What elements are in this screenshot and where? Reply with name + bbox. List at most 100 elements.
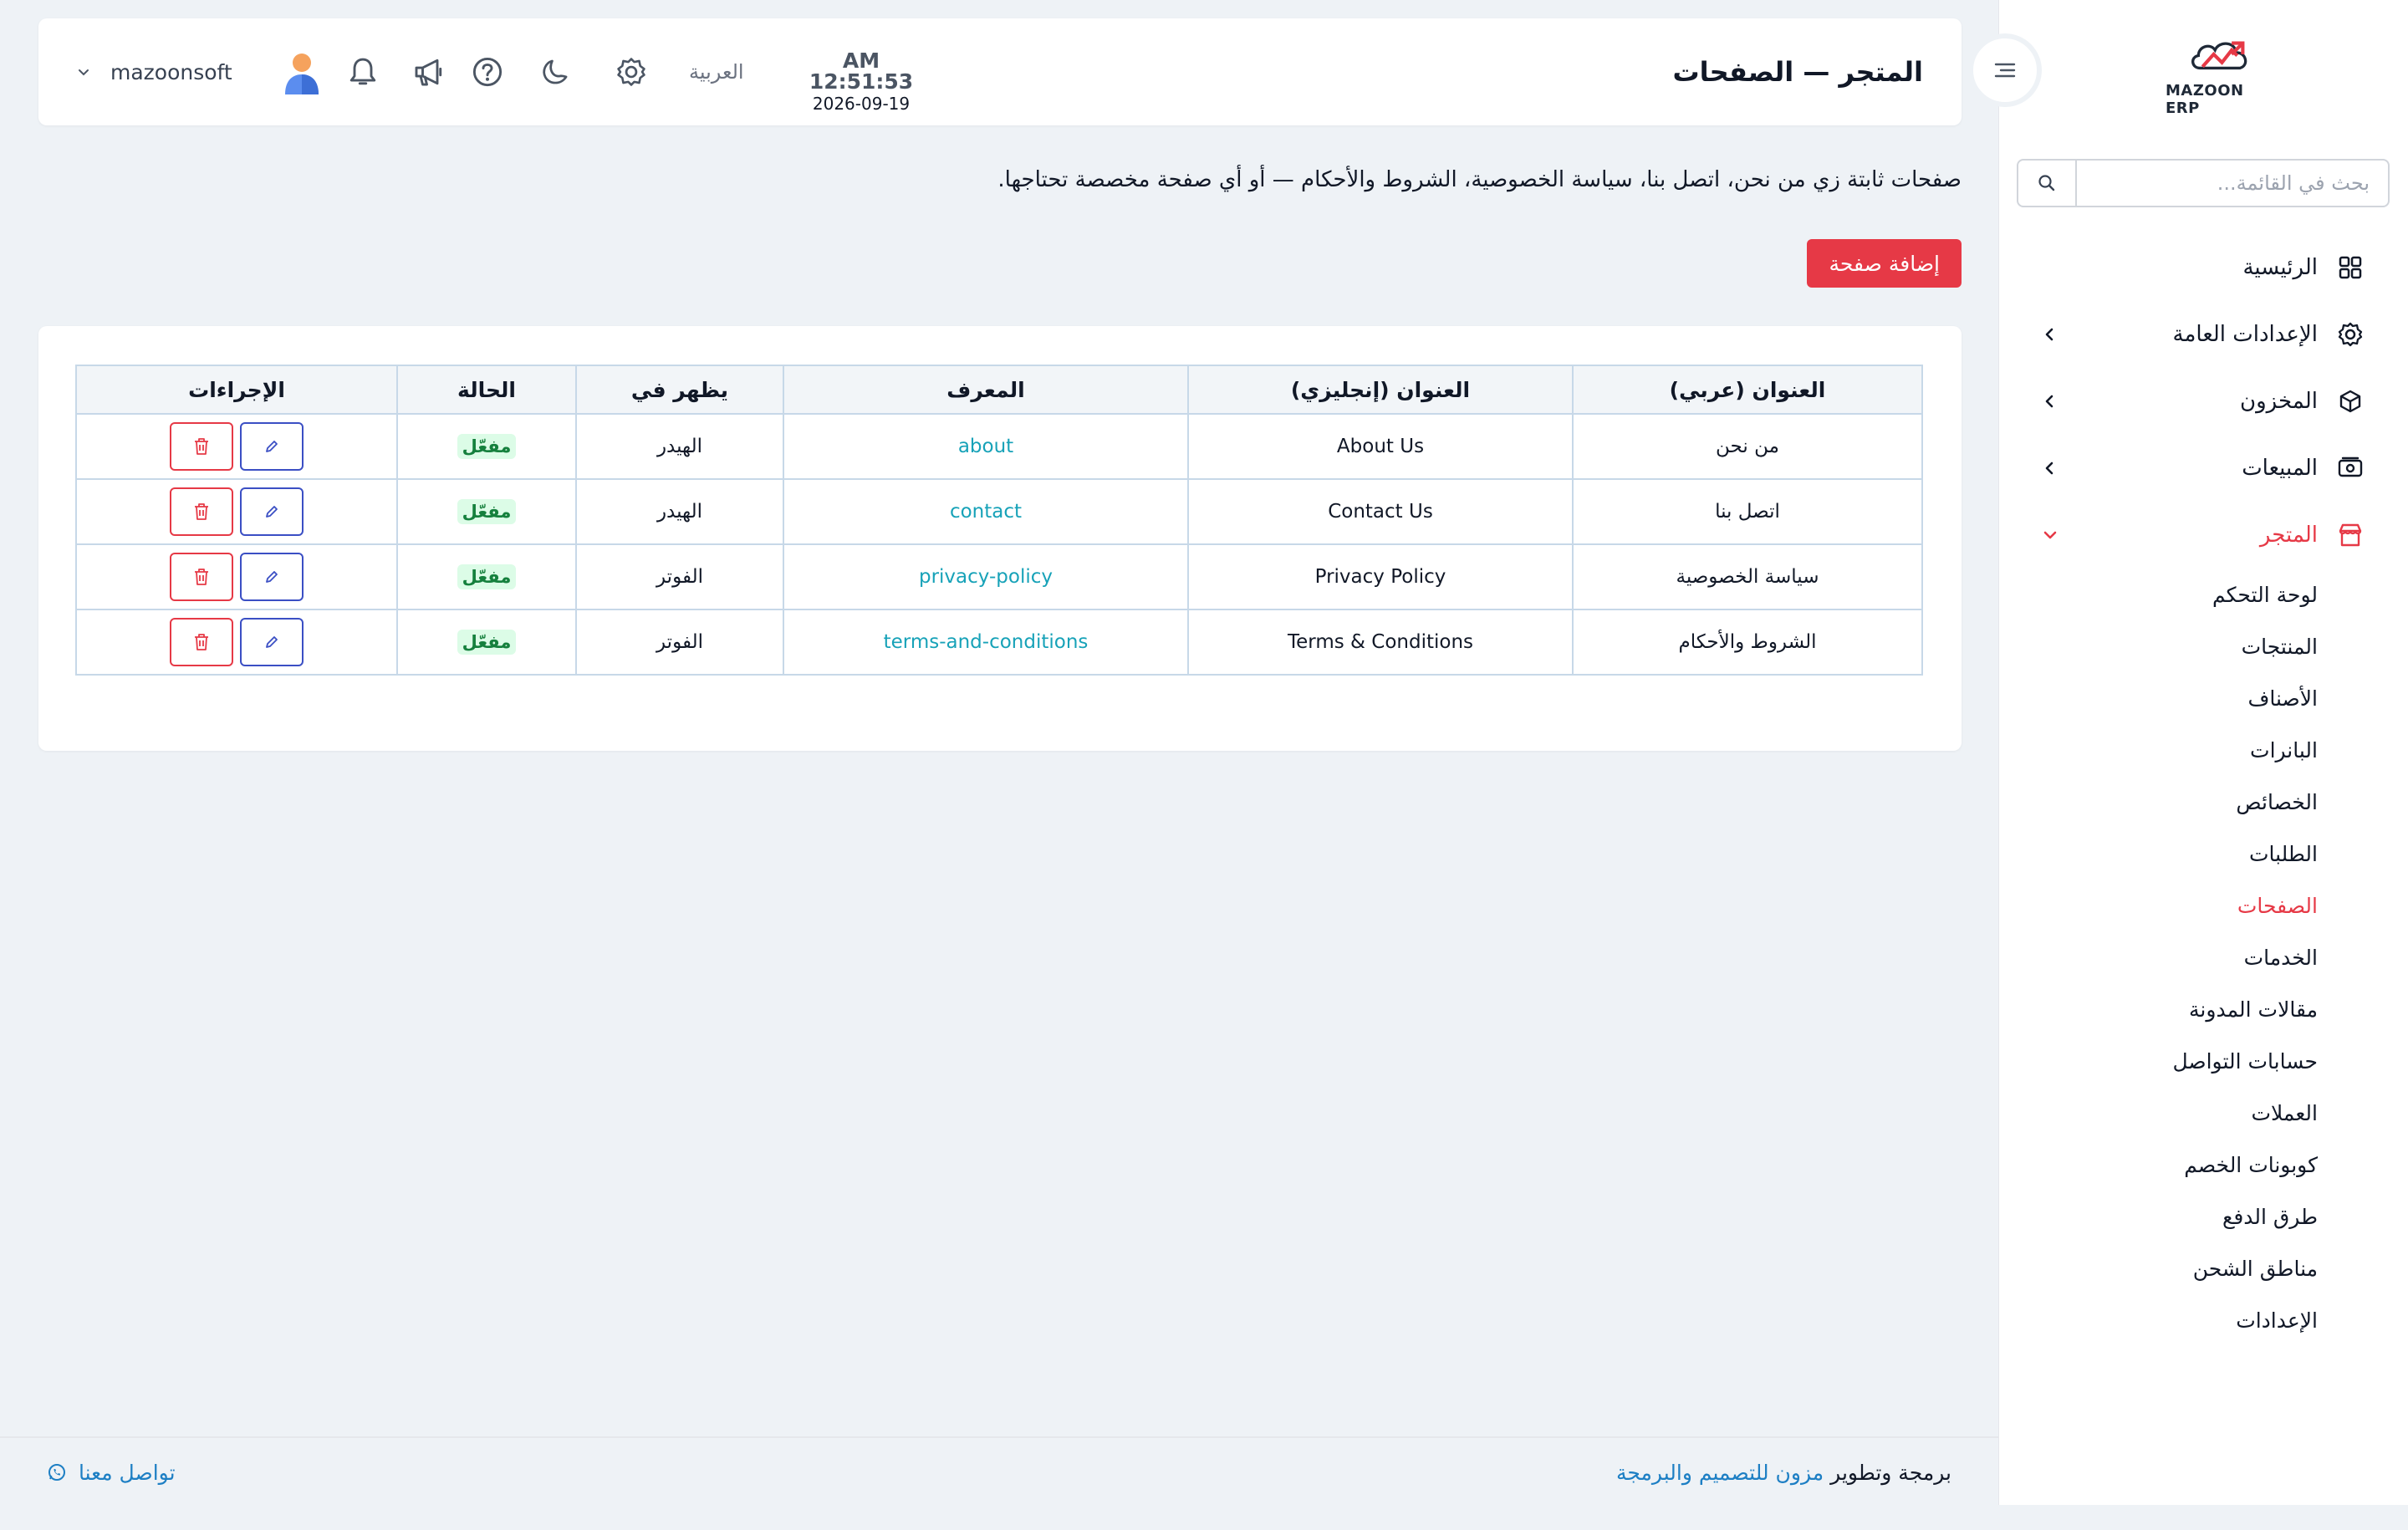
trash-icon	[195, 503, 208, 520]
column-header-slug: المعرف	[783, 365, 1189, 415]
submenu-item-social-accounts[interactable]: حسابات التواصل	[1998, 1035, 2318, 1087]
trash-icon	[195, 438, 208, 455]
submenu-item-shipping-zones[interactable]: مناطق الشحن	[1998, 1242, 2318, 1294]
grid-icon	[2336, 253, 2365, 282]
logo-text: MAZOON ERP	[2166, 82, 2244, 117]
user-menu[interactable]: mazoonsoft	[77, 18, 323, 125]
delete-button[interactable]	[170, 422, 233, 471]
credit-link[interactable]: مزون للتصميم والبرمجة	[1616, 1461, 1824, 1485]
sidebar-nav: الرئيسية الإعدادات العامة المخزون المبيع…	[1998, 234, 2408, 1346]
sidebar-item-label: الرئيسية	[2242, 255, 2318, 280]
cell-title-en: About Us	[1187, 413, 1574, 480]
sidebar-search-input[interactable]	[2077, 161, 2388, 206]
edit-button[interactable]	[240, 618, 304, 666]
cell-title-ar: اتصل بنا	[1572, 478, 1923, 545]
cell-slug-link[interactable]: privacy-policy	[783, 543, 1189, 610]
submenu-item-pages[interactable]: الصفحات	[1998, 880, 2318, 931]
submenu-item-categories[interactable]: الأصناف	[1998, 672, 2318, 724]
sidebar-item-inventory[interactable]: المخزون	[1998, 368, 2408, 435]
cell-slug-link[interactable]: terms-and-conditions	[783, 609, 1189, 676]
delete-button[interactable]	[170, 618, 233, 666]
submenu-item-banners[interactable]: البانرات	[1998, 724, 2318, 776]
sidebar-item-general-settings[interactable]: الإعدادات العامة	[1998, 301, 2408, 368]
column-header-location: يظهر في	[575, 365, 784, 415]
cell-title-en: Contact Us	[1187, 478, 1574, 545]
page-description: صفحات ثابتة زي من نحن، اتصل بنا، سياسة ا…	[997, 167, 1962, 192]
sidebar-item-label: الإعدادات العامة	[2172, 322, 2318, 347]
edit-button[interactable]	[240, 487, 304, 536]
submenu-item-dashboard[interactable]: لوحة التحكم	[1998, 569, 2318, 620]
status-badge: مفعّل	[457, 564, 517, 589]
delete-button[interactable]	[170, 487, 233, 536]
cell-actions	[75, 413, 398, 480]
column-header-title-en: العنوان (إنجليزي)	[1187, 365, 1574, 415]
table-row: من نحن About Us about الهيدر مفعّل	[75, 413, 1923, 480]
trash-icon	[195, 634, 208, 650]
sidebar-toggle-button[interactable]	[1968, 33, 2042, 107]
submenu-item-orders[interactable]: الطلبات	[1998, 828, 2318, 880]
delete-button[interactable]	[170, 553, 233, 601]
sidebar-search	[2017, 159, 2390, 207]
submenu-item-attributes[interactable]: الخصائص	[1998, 776, 2318, 828]
cell-slug-link[interactable]: contact	[783, 478, 1189, 545]
menu-lines-icon	[1994, 63, 2016, 78]
cell-status: مفعّل	[396, 413, 577, 480]
pencil-icon	[266, 571, 278, 583]
top-header: المتجر — الصفحات AM 12:51:53 2026-09-19 …	[38, 18, 1962, 125]
submenu-item-settings[interactable]: الإعدادات	[1998, 1294, 2318, 1346]
language-switch[interactable]: العربية	[689, 18, 744, 125]
clock-date: 2026-09-19	[812, 94, 911, 114]
trash-icon	[195, 569, 208, 585]
store-submenu: لوحة التحكم المنتجات الأصناف البانرات ال…	[1998, 569, 2408, 1346]
chevron-left-icon	[2040, 324, 2060, 344]
status-badge: مفعّل	[457, 630, 517, 655]
announcement-megaphone-icon[interactable]	[410, 53, 448, 91]
sidebar-item-sales[interactable]: المبيعات	[1998, 435, 2408, 502]
contact-label: تواصل معنا	[79, 1460, 176, 1485]
cell-location: الفوتر	[575, 543, 784, 610]
cell-actions	[75, 543, 398, 610]
cell-title-en: Terms & Conditions	[1187, 609, 1574, 676]
brand-logo[interactable]: MAZOON ERP	[2166, 33, 2283, 117]
submenu-item-coupons[interactable]: كوبونات الخصم	[1998, 1139, 2318, 1191]
cell-status: مفعّل	[396, 609, 577, 676]
column-header-actions: الإجراءات	[75, 365, 398, 415]
submenu-item-blog-posts[interactable]: مقالات المدونة	[1998, 983, 2318, 1035]
table-row: اتصل بنا Contact Us contact الهيدر مفعّل	[75, 478, 1923, 545]
pages-table: العنوان (عربي) العنوان (إنجليزي) المعرف …	[75, 365, 1923, 676]
chevron-down-icon	[2040, 525, 2060, 545]
sidebar-item-label: المبيعات	[2242, 456, 2318, 481]
cell-title-ar: سياسة الخصوصية	[1572, 543, 1923, 610]
submenu-item-payment-methods[interactable]: طرق الدفع	[1998, 1191, 2318, 1242]
status-badge: مفعّل	[457, 499, 517, 524]
pencil-icon	[266, 636, 278, 648]
sidebar-item-label: المتجر	[2259, 523, 2318, 548]
cell-location: الهيدر	[575, 478, 784, 545]
footer: برمجة وتطوير مزون للتصميم والبرمجة تواصل…	[0, 1436, 1998, 1505]
cell-slug-link[interactable]: about	[783, 413, 1189, 480]
search-icon[interactable]	[2018, 161, 2077, 206]
credit-prefix: برمجة وتطوير	[1830, 1460, 1951, 1485]
sidebar-item-store[interactable]: المتجر	[1998, 502, 2408, 569]
edit-button[interactable]	[240, 553, 304, 601]
contact-us-link[interactable]: تواصل معنا	[47, 1438, 176, 1507]
page-title: المتجر — الصفحات	[1672, 56, 1923, 88]
notifications-bell-icon[interactable]	[344, 53, 382, 91]
footer-credit: برمجة وتطوير مزون للتصميم والبرمجة	[1616, 1438, 1951, 1507]
column-header-status: الحالة	[396, 365, 577, 415]
table-header-row: العنوان (عربي) العنوان (إنجليزي) المعرف …	[75, 365, 1923, 415]
add-page-button[interactable]: إضافة صفحة	[1807, 239, 1962, 288]
submenu-item-products[interactable]: المنتجات	[1998, 620, 2318, 672]
submenu-item-services[interactable]: الخدمات	[1998, 931, 2318, 983]
sidebar-item-home[interactable]: الرئيسية	[1998, 234, 2408, 301]
pencil-icon	[266, 441, 278, 452]
chevron-left-icon	[2040, 458, 2060, 478]
edit-button[interactable]	[240, 422, 304, 471]
settings-gear-icon[interactable]	[612, 53, 650, 91]
user-avatar-icon	[281, 49, 323, 94]
table-row: سياسة الخصوصية Privacy Policy privacy-po…	[75, 543, 1923, 610]
submenu-item-currencies[interactable]: العملات	[1998, 1087, 2318, 1139]
pencil-icon	[266, 506, 278, 518]
help-question-icon[interactable]	[468, 53, 507, 91]
dark-mode-moon-icon[interactable]	[536, 53, 574, 91]
